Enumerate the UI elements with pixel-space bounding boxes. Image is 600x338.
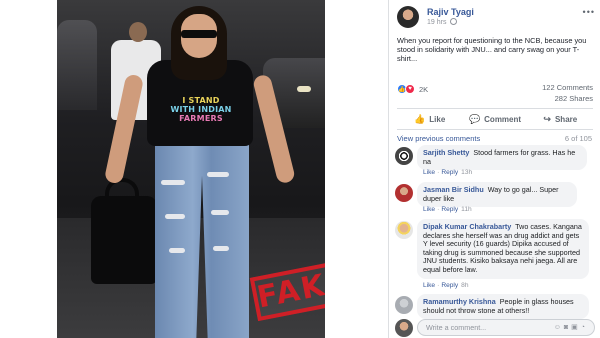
comment-like-link[interactable]: Like <box>423 206 435 213</box>
post-text: When you report for questioning to the N… <box>397 36 587 64</box>
like-label: Like <box>429 114 446 124</box>
gif-icon[interactable]: ▣ <box>571 324 581 331</box>
emoji-icon[interactable]: ☺ <box>554 324 564 331</box>
comment-bubble: Jasman Bir Sidhu Way to go gal... Super … <box>417 182 577 208</box>
avatar[interactable] <box>397 6 419 28</box>
comment-reply-link[interactable]: Reply <box>441 169 458 176</box>
tshirt-slogan: I STAND WITH INDIAN FARMERS <box>161 96 241 123</box>
more-dots-icon[interactable]: ••• <box>583 7 595 17</box>
jeans-rip <box>169 248 185 253</box>
comment-reply-link[interactable]: Reply <box>441 282 458 289</box>
share-button[interactable]: ↪ Share <box>528 109 593 129</box>
share-icon: ↪ <box>543 113 551 124</box>
avatar[interactable] <box>395 147 413 165</box>
post-author[interactable]: Rajiv Tyagi <box>427 7 474 17</box>
comment-input-placeholder: Write a comment... <box>426 323 487 332</box>
comment-time[interactable]: 8h <box>461 282 468 289</box>
reaction-icons[interactable]: 👍 ♥ <box>397 84 415 94</box>
globe-icon <box>450 18 458 25</box>
comment-bubble: Sarjith Shetty Stood farmers for grass. … <box>417 145 587 171</box>
comment-bubble: Ramamurthy Krishna People in glass house… <box>417 294 589 320</box>
comment-like-link[interactable]: Like <box>423 169 435 176</box>
avatar[interactable] <box>395 221 413 239</box>
comment-button[interactable]: 💬 Comment <box>462 109 527 129</box>
jeans-rip <box>165 214 185 219</box>
avatar <box>395 319 413 337</box>
comment-time[interactable]: 11h <box>461 206 472 213</box>
avatar[interactable] <box>395 184 413 202</box>
background-person <box>57 20 97 110</box>
comment-actions: Like · Reply 13h <box>423 169 473 176</box>
post-time-text: 19 hrs <box>427 19 447 26</box>
comment-actions: Like · Reply 11h <box>423 206 472 213</box>
comment-input[interactable]: Write a comment... ☺◙▣◔ <box>417 319 595 336</box>
sunglasses <box>181 30 217 38</box>
comment-reply-link[interactable]: Reply <box>441 206 458 213</box>
jeans-rip <box>213 246 229 251</box>
comment-icon: 💬 <box>468 113 481 124</box>
view-previous-comments-link[interactable]: View previous comments <box>397 134 480 143</box>
post-actions: 👍 Like 💬 Comment ↪ Share <box>397 108 593 130</box>
comment-time[interactable]: 13h <box>461 169 472 176</box>
background-man-head <box>129 22 147 42</box>
tshirt-line-1: I STAND <box>182 96 220 105</box>
tshirt-line-2: WITH INDIAN <box>170 105 232 114</box>
post-time[interactable]: 19 hrs <box>427 18 458 26</box>
thumbs-up-icon: 👍 <box>414 113 426 124</box>
comments-count[interactable]: 122 Comments <box>542 83 593 92</box>
comment-label: Comment <box>484 114 522 124</box>
reactions-count[interactable]: 2K <box>419 85 428 94</box>
jeans-rip <box>211 210 229 215</box>
post-stats: 👍 ♥ 2K 122 Comments 282 Shares <box>397 82 593 106</box>
shares-count[interactable]: 282 Shares <box>555 94 593 103</box>
jeans-rip <box>207 172 229 177</box>
left-arm <box>103 73 145 185</box>
photo-panel: I STAND WITH INDIAN FARMERS FAKE <box>0 0 388 338</box>
write-comment-row: Write a comment... ☺◙▣◔ <box>395 318 595 338</box>
comment-input-icons: ☺◙▣◔ <box>554 323 588 331</box>
facebook-post-panel: Rajiv Tyagi 19 hrs ••• When you report f… <box>388 0 600 338</box>
comment-like-link[interactable]: Like <box>423 282 435 289</box>
handbag <box>91 196 157 284</box>
comment-actions: Like · Reply 8h <box>423 282 469 289</box>
post-header: Rajiv Tyagi 19 hrs ••• <box>397 6 597 30</box>
share-label: Share <box>554 114 578 124</box>
comment-bubble: Dipak Kumar Chakrabarty Two cases. Kanga… <box>417 219 589 279</box>
sticker-icon[interactable]: ◔ <box>581 324 588 331</box>
comments-pager: 6 of 105 <box>564 134 592 143</box>
love-icon: ♥ <box>405 84 415 94</box>
post-photo[interactable]: I STAND WITH INDIAN FARMERS FAKE <box>57 0 325 338</box>
avatar[interactable] <box>395 296 413 314</box>
car-headlight <box>297 86 311 92</box>
tshirt-line-3: FARMERS <box>179 114 223 123</box>
like-button[interactable]: 👍 Like <box>397 109 462 129</box>
comment-text: Two cases. Kangana declares she herself … <box>423 222 582 274</box>
jeans-rip <box>161 180 185 185</box>
